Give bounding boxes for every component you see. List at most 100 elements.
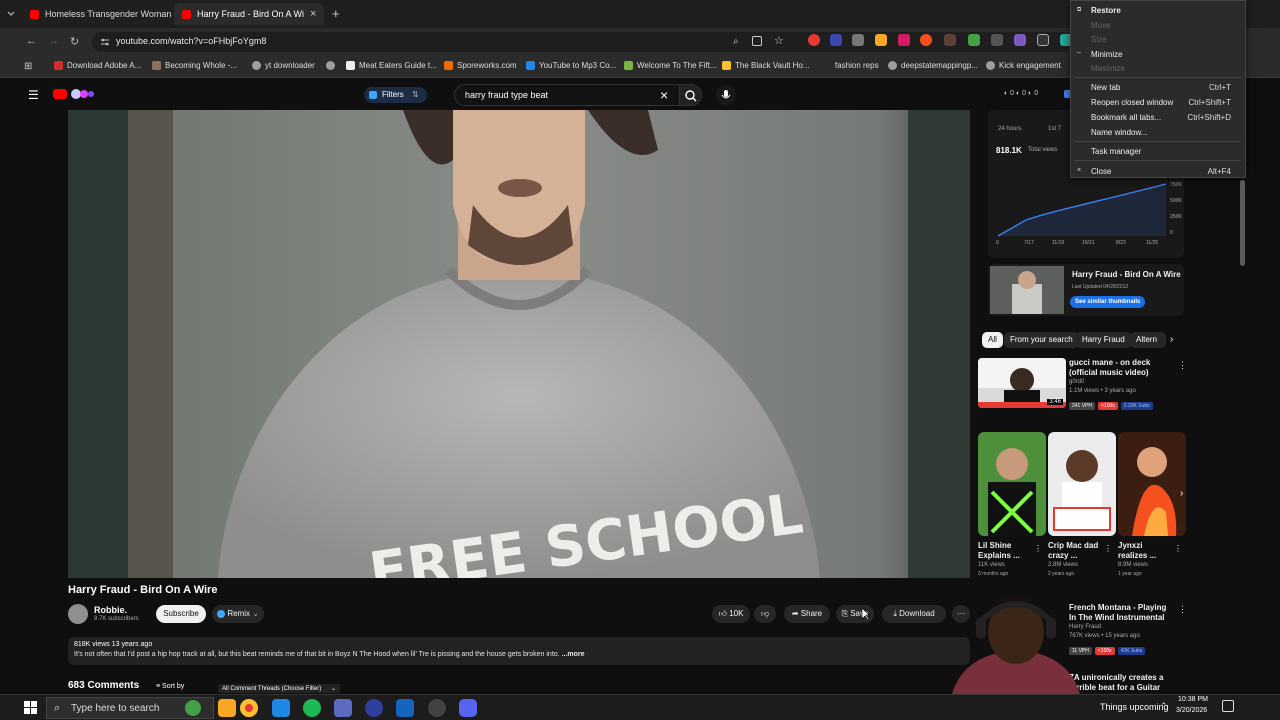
extension-purple-icon[interactable] (1014, 34, 1026, 46)
windows-start-icon[interactable] (24, 701, 37, 714)
shorts-next-icon[interactable]: › (1180, 488, 1183, 499)
short-title[interactable]: Lil Shine Explains ... (978, 541, 1038, 561)
extension-orange-icon[interactable] (920, 34, 932, 46)
browser-tab-1[interactable]: Homeless Transgender Woman × (22, 3, 172, 25)
media-player-icon[interactable] (365, 699, 383, 717)
apps-grid-icon[interactable]: ⊞ (24, 61, 32, 72)
clear-search-icon[interactable]: × (660, 87, 668, 103)
extension-puzzle-icon[interactable] (991, 34, 1003, 46)
extension-grey-icon[interactable] (852, 34, 864, 46)
recommended-title[interactable]: gucci mane - on deck (official music vid… (1069, 358, 1175, 378)
back-arrow-icon[interactable]: ← (26, 35, 37, 47)
bookmark-item[interactable]: yt downloader (252, 61, 315, 70)
bookmark-item[interactable]: Meat Eaters Guide t... (346, 61, 437, 70)
menu-item-close[interactable]: Close Alt+F4 (1091, 167, 1241, 176)
dislike-button[interactable]: 👎︎ (754, 605, 776, 623)
bookmark-item[interactable]: Download Adobe A... (54, 61, 141, 70)
search-input[interactable]: harry fraud type beat × (454, 84, 680, 106)
zoom-search-icon[interactable]: ⌕ (733, 36, 739, 47)
subscribe-button[interactable]: Subscribe (156, 605, 206, 623)
browser-tab-2-active[interactable]: Harry Fraud - Bird On A Wi × (174, 3, 324, 25)
forward-arrow-icon[interactable]: → (48, 35, 59, 47)
video-player[interactable]: FREE SCHOOL (68, 110, 970, 578)
recommended-title[interactable]: French Montana - Playing In The Wind Ins… (1069, 603, 1175, 623)
chip-harry-fraud[interactable]: Harry Fraud (1076, 332, 1131, 348)
extension-square-icon[interactable] (1037, 34, 1049, 46)
video-thumbnail[interactable] (990, 266, 1064, 314)
menu-item-bookmark-all-tabs[interactable]: Bookmark all tabs... Ctrl+Shift+D (1091, 113, 1241, 122)
bookmark-item[interactable]: Kick engagement (986, 61, 1061, 70)
hamburger-menu-icon[interactable]: ☰ (28, 88, 39, 102)
extension-pink-icon[interactable] (898, 34, 910, 46)
menu-item-minimize[interactable]: Minimize (1091, 50, 1241, 59)
bookmark-item[interactable]: fashion reps (835, 61, 879, 70)
channel-avatar[interactable] (68, 604, 88, 624)
install-app-icon[interactable] (752, 36, 762, 46)
obs-icon[interactable] (428, 699, 446, 717)
share-button[interactable]: ➦ Share (784, 605, 830, 623)
bookmark-item[interactable] (326, 61, 339, 70)
site-info-icon[interactable] (100, 36, 110, 46)
taskbar-search-input[interactable]: ⌕ Type here to search (46, 697, 214, 719)
page-scrollbar-thumb[interactable] (1240, 180, 1245, 266)
menu-item-name-window[interactable]: Name window... (1091, 128, 1241, 137)
bookmark-item[interactable]: Welcome To The Fift... (624, 61, 717, 70)
menu-item-restore[interactable]: Restore (1091, 6, 1241, 15)
bookmark-star-icon[interactable]: ☆ (774, 34, 784, 47)
chevron-right-icon[interactable]: › (1170, 334, 1173, 345)
comment-filter-dropdown[interactable]: All Comment Threads (Choose Filter) ⌄ (218, 684, 340, 693)
more-vert-icon[interactable]: ⋮ (1174, 544, 1182, 553)
more-vert-icon[interactable]: ⋮ (1104, 544, 1112, 553)
menu-item-new-tab[interactable]: New tab Ctrl+T (1091, 83, 1241, 92)
more-vert-icon[interactable]: ⋮ (1178, 360, 1187, 371)
youtube-logo-icon[interactable] (53, 89, 67, 99)
menu-item-reopen-closed-window[interactable]: Reopen closed window Ctrl+Shift+T (1091, 98, 1241, 107)
chrome-icon[interactable] (240, 699, 258, 717)
short-thumbnail[interactable] (978, 432, 1046, 536)
like-button[interactable]: 👍︎ 10K (712, 605, 750, 623)
bookmark-item[interactable]: The Black Vault Ho... (722, 61, 810, 70)
close-tab-icon[interactable]: × (304, 8, 316, 20)
short-title[interactable]: Jynxzi realizes ... (1118, 541, 1174, 561)
bookmark-item[interactable]: deepstatemappingp... (888, 61, 978, 70)
reload-icon[interactable]: ↻ (70, 35, 79, 48)
description-box[interactable]: 818K views 13 years ago It's not often t… (68, 637, 970, 665)
spotify-icon[interactable] (303, 699, 321, 717)
search-button[interactable] (680, 84, 702, 106)
tab-search-icon[interactable] (5, 7, 17, 19)
similar-thumbnails-button[interactable]: See similar thumbnails (1070, 296, 1146, 308)
close-tab-icon[interactable]: × (171, 8, 172, 20)
more-vert-icon[interactable]: ⋮ (1034, 544, 1042, 553)
tray-chevron-up-icon[interactable]: ⌃ (1160, 701, 1168, 712)
bookmark-item[interactable]: YouTube to Mp3 Co... (526, 61, 616, 70)
bookmark-item[interactable]: Sporeworks.com (444, 61, 517, 70)
taskbar-app-yellow-icon[interactable] (218, 699, 236, 717)
extension-brown-icon[interactable] (944, 34, 956, 46)
more-vert-icon[interactable]: ⋮ (1178, 604, 1187, 615)
extension-blue-icon[interactable] (830, 34, 842, 46)
recommended-thumbnail[interactable]: 3:46 (978, 358, 1066, 408)
chip-all[interactable]: All (982, 332, 1003, 348)
short-title[interactable]: Crip Mac dad crazy ... (1048, 541, 1108, 561)
download-button[interactable]: ⤓ Download (882, 605, 946, 623)
short-thumbnail[interactable] (1118, 432, 1186, 536)
extension-yellow-icon[interactable] (875, 34, 887, 46)
clock-date[interactable]: 3/20/2026 (1176, 707, 1207, 714)
taskbar-app-blue-icon[interactable] (334, 699, 352, 717)
sort-by-button[interactable]: ≡ Sort by (156, 683, 184, 690)
filters-button[interactable]: Filters ⇅ (364, 87, 427, 103)
channel-name[interactable]: Robbie. (94, 605, 127, 615)
file-explorer-icon[interactable] (272, 699, 290, 717)
bookmark-item[interactable]: Becoming Whole -... (152, 61, 237, 70)
clock-time[interactable]: 10:38 PM (1178, 696, 1208, 703)
recommended-title[interactable]: ZA unironically creates a terrible beat … (1069, 673, 1175, 693)
extension-red-icon[interactable] (808, 34, 820, 46)
chip-from-your-search[interactable]: From your search (1004, 332, 1079, 348)
menu-item-task-manager[interactable]: Task manager (1091, 147, 1241, 156)
discord-icon[interactable] (459, 699, 477, 717)
chip-alternative[interactable]: Altern (1130, 332, 1166, 348)
things-upcoming-text[interactable]: Things upcoming (1100, 702, 1169, 712)
short-thumbnail[interactable] (1048, 432, 1116, 536)
remix-button[interactable]: Remix ⌄ (212, 605, 264, 623)
voice-search-icon[interactable] (716, 85, 736, 105)
